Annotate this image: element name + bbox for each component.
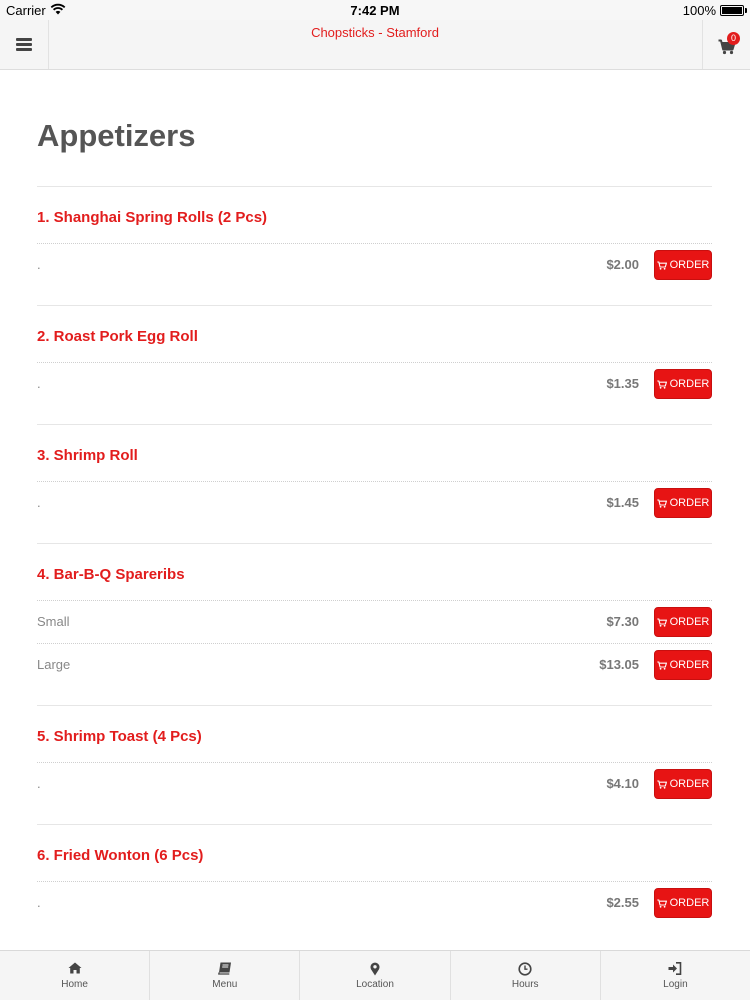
- price-row: . $2.55 ORDER: [37, 881, 712, 924]
- restaurant-title: Chopsticks - Stamford: [311, 25, 439, 40]
- menu-item-name[interactable]: 3. Shrimp Roll: [37, 425, 712, 481]
- cart-icon: [656, 498, 667, 508]
- menu-item: 4. Bar-B-Q Spareribs Small $7.30 ORDER Large…: [37, 543, 712, 686]
- menu-item: 3. Shrimp Roll. $1.45 ORDER: [37, 424, 712, 524]
- menu-item-name[interactable]: 5. Shrimp Toast (4 Pcs): [37, 706, 712, 762]
- order-button-label: ORDER: [669, 778, 710, 790]
- cart-icon: [656, 260, 667, 270]
- status-time: 7:42 PM: [350, 3, 400, 18]
- price-value: $1.35: [606, 376, 639, 391]
- home-icon: [68, 962, 82, 974]
- tab-home[interactable]: Home: [0, 951, 151, 1000]
- price-size-label: .: [37, 895, 41, 910]
- menu-item: 6. Fried Wonton (6 Pcs). $2.55 ORDER: [37, 824, 712, 924]
- menu-item: 5. Shrimp Toast (4 Pcs). $4.10 ORDER: [37, 705, 712, 805]
- tab-hours[interactable]: Hours: [451, 951, 601, 1000]
- price-value: $13.05: [599, 657, 639, 672]
- order-button-label: ORDER: [669, 378, 710, 390]
- price-size-label: .: [37, 376, 41, 391]
- order-button-label: ORDER: [669, 497, 710, 509]
- price-size-label: .: [37, 257, 41, 272]
- tab-label-location: Location: [356, 979, 394, 990]
- clock-icon: [518, 962, 532, 976]
- price-size-label: .: [37, 495, 41, 510]
- price-row: . $4.10 ORDER: [37, 762, 712, 805]
- battery-nub: [745, 8, 747, 13]
- menu-item-name[interactable]: 2. Roast Pork Egg Roll: [37, 306, 712, 362]
- order-button[interactable]: ORDER: [654, 607, 712, 637]
- menu-content: Appetizers 1. Shanghai Spring Rolls (2 P…: [0, 70, 750, 950]
- menu-item-name[interactable]: 1. Shanghai Spring Rolls (2 Pcs): [37, 187, 712, 243]
- menu-item-name[interactable]: 4. Bar-B-Q Spareribs: [37, 544, 712, 600]
- battery-icon: [720, 5, 744, 16]
- price-size-label: Large: [37, 657, 71, 672]
- sign-in-icon: [668, 962, 682, 975]
- price-value: $2.55: [606, 895, 639, 910]
- price-size-label: .: [37, 776, 41, 791]
- price-row: . $1.45 ORDER: [37, 481, 712, 524]
- category-title: Appetizers: [37, 118, 196, 153]
- map-marker-icon: [370, 962, 380, 976]
- tab-label-menu: Menu: [212, 979, 238, 990]
- cart-icon: [656, 898, 667, 908]
- app-header: Chopsticks - Stamford 0: [0, 20, 750, 70]
- cart-button[interactable]: 0: [702, 20, 750, 69]
- price-row: Small $7.30 ORDER: [37, 600, 712, 643]
- price-value: $2.00: [606, 257, 639, 272]
- menu-item: 1. Shanghai Spring Rolls (2 Pcs). $2.00 OR…: [37, 186, 712, 286]
- tab-login[interactable]: Login: [601, 951, 750, 1000]
- order-button-label: ORDER: [669, 259, 710, 271]
- order-button-label: ORDER: [669, 897, 710, 909]
- order-button[interactable]: ORDER: [654, 650, 712, 680]
- order-button[interactable]: ORDER: [654, 488, 712, 518]
- menu-item: 2. Roast Pork Egg Roll. $1.35 ORDER: [37, 305, 712, 405]
- order-button[interactable]: ORDER: [654, 250, 712, 280]
- tab-location[interactable]: Location: [300, 951, 451, 1000]
- price-value: $1.45: [606, 495, 639, 510]
- tab-menu[interactable]: Menu: [150, 951, 301, 1000]
- cart-icon: [656, 660, 667, 670]
- battery-percent: 100%: [682, 3, 716, 18]
- cart-icon: [656, 617, 667, 627]
- cart-count-badge: 0: [727, 32, 740, 45]
- price-row: . $1.35 ORDER: [37, 362, 712, 405]
- price-row: . $2.00 ORDER: [37, 243, 712, 286]
- order-button[interactable]: ORDER: [654, 888, 712, 918]
- order-button-label: ORDER: [669, 616, 710, 628]
- cart-icon: [656, 779, 667, 789]
- order-button-label: ORDER: [669, 659, 710, 671]
- tab-label-hours: Hours: [511, 979, 539, 990]
- tab-label-home: Home: [61, 979, 88, 990]
- menu-item-name[interactable]: 6. Fried Wonton (6 Pcs): [37, 825, 712, 881]
- order-button[interactable]: ORDER: [654, 369, 712, 399]
- price-value: $7.30: [606, 614, 639, 629]
- price-size-label: Small: [37, 614, 70, 629]
- bottom-tab-bar: Home Menu Location Hours Login: [0, 950, 750, 1000]
- price-row: Large $13.05 ORDER: [37, 643, 712, 686]
- cart-icon: [656, 379, 667, 389]
- price-value: $4.10: [606, 776, 639, 791]
- status-bar: Carrier 7:42 PM 100%: [0, 0, 750, 20]
- order-button[interactable]: ORDER: [654, 769, 712, 799]
- book-icon: [217, 962, 231, 975]
- tab-label-login: Login: [663, 979, 688, 990]
